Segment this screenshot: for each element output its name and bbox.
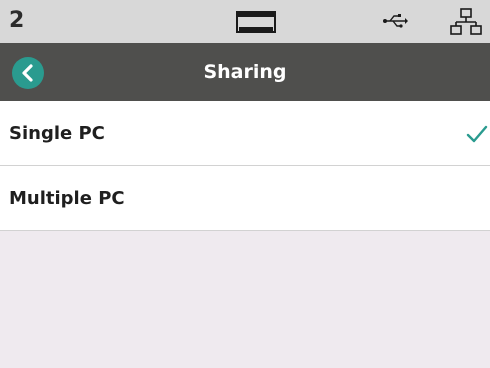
- option-multiple-pc[interactable]: Multiple PC: [0, 166, 490, 231]
- display-icon: [236, 11, 276, 33]
- sharing-options-list: Single PC Multiple PC: [0, 101, 490, 231]
- usb-icon: [383, 14, 408, 28]
- checkmark-icon: [466, 125, 488, 143]
- page-title: Sharing: [203, 61, 287, 83]
- status-number: 2: [9, 8, 25, 33]
- option-label: Single PC: [9, 123, 105, 144]
- back-button[interactable]: [12, 57, 44, 89]
- option-label: Multiple PC: [9, 188, 125, 209]
- network-icon: [450, 8, 482, 35]
- chevron-left-icon: [22, 64, 33, 82]
- option-single-pc[interactable]: Single PC: [0, 101, 490, 166]
- status-bar: 2: [0, 0, 490, 43]
